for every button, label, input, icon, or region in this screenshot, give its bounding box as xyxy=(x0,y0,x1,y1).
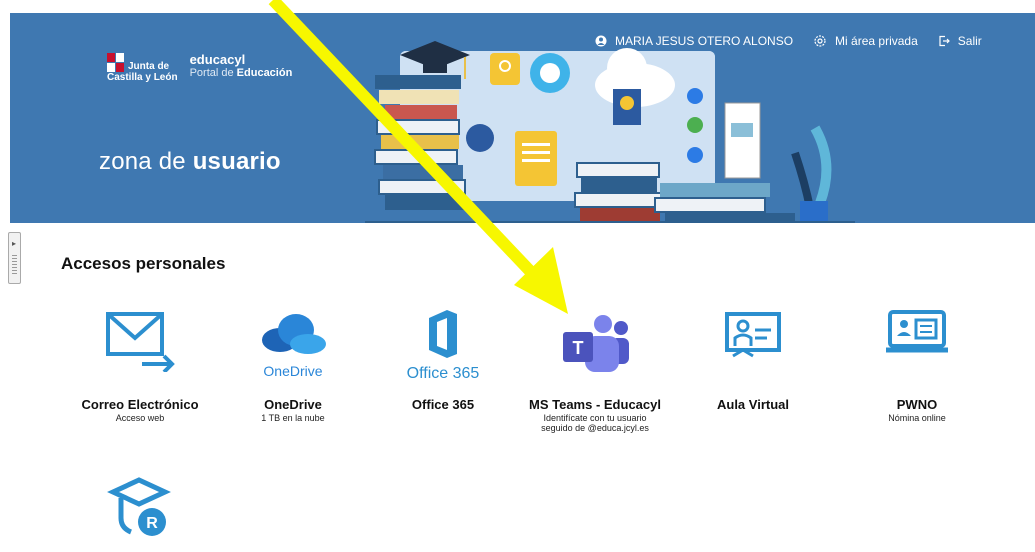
tile-office365[interactable]: Office 365 Office 365 xyxy=(368,310,518,413)
tile-sub: Acceso web xyxy=(115,413,165,423)
section-title: Accesos personales xyxy=(61,254,226,273)
gear-icon xyxy=(814,35,826,47)
page-title: zona de usuario xyxy=(99,148,281,175)
onedrive-icon xyxy=(262,314,326,354)
header-banner: Junta de Castilla y León educacyl Portal… xyxy=(10,13,1035,223)
graduation-r-icon: R xyxy=(107,477,171,536)
brand-line1: Junta de xyxy=(128,61,170,72)
office365-icon xyxy=(429,310,457,358)
educacyl-logo[interactable]: Junta de Castilla y León educacyl Portal… xyxy=(107,53,292,83)
tile-correo[interactable]: Correo Electrónico Acceso web xyxy=(65,310,215,423)
teams-icon: T xyxy=(563,315,629,372)
office365-wordmark: Office 365 xyxy=(406,365,480,382)
tile-name: Office 365 xyxy=(411,397,475,412)
onedrive-wordmark: OneDrive xyxy=(263,363,323,379)
tile-teams[interactable]: T MS Teams - Educacyl Identifícate con t… xyxy=(520,310,670,433)
svg-text:R: R xyxy=(146,515,158,532)
tile-name: MS Teams - Educacyl xyxy=(529,397,661,412)
brand-line2: Castilla y León xyxy=(107,72,178,83)
top-user-bar: MARIA JESUS OTERO ALONSO Mi área privada… xyxy=(595,34,1035,48)
user-circle-icon xyxy=(595,35,607,47)
logout-link[interactable]: Salir xyxy=(938,34,982,48)
crest-icon xyxy=(107,53,125,73)
tile-name: OneDrive xyxy=(264,397,322,412)
virtual-classroom-icon xyxy=(725,312,781,358)
user-menu[interactable]: MARIA JESUS OTERO ALONSO xyxy=(595,34,793,48)
tile-sub: Identifícate con tu usuario seguido de @… xyxy=(541,413,649,433)
mail-send-icon xyxy=(106,312,175,374)
drag-handle-icon xyxy=(12,255,17,275)
private-area-link[interactable]: Mi área privada xyxy=(813,34,918,48)
private-area-label: Mi área privada xyxy=(835,34,918,48)
portal-name: educacyl xyxy=(189,52,246,67)
tile-aula-virtual[interactable]: Aula Virtual xyxy=(678,310,828,413)
tile-pwno[interactable]: PWNO Nómina online xyxy=(842,310,992,423)
tile-sub: Nómina online xyxy=(888,413,946,423)
payroll-id-icon xyxy=(886,310,948,353)
svg-text:T: T xyxy=(573,338,584,358)
tile-name: Aula Virtual xyxy=(716,397,789,412)
tile-name: PWNO xyxy=(896,397,938,412)
logout-icon xyxy=(939,35,950,47)
side-panel-toggle[interactable]: ▸ xyxy=(8,232,21,284)
tile-graduation-r[interactable]: R xyxy=(65,470,215,552)
tile-sub: 1 TB en la nube xyxy=(261,413,325,423)
portal-sub-bold: Educación xyxy=(236,67,293,79)
user-name: MARIA JESUS OTERO ALONSO xyxy=(615,34,794,48)
logout-label: Salir xyxy=(957,34,982,48)
chevron-right-icon: ▸ xyxy=(12,239,17,248)
portal-sub-prefix: Portal de xyxy=(189,67,237,79)
tile-name: Correo Electrónico xyxy=(81,397,199,412)
tile-onedrive[interactable]: OneDrive OneDrive 1 TB en la nube xyxy=(218,310,368,423)
